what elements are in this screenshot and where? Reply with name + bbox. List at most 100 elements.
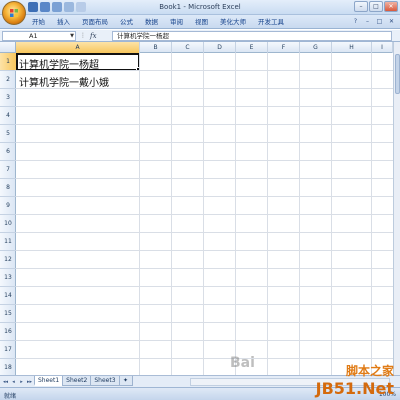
tab-view[interactable]: 视图 xyxy=(189,17,214,27)
grid-column-line xyxy=(235,53,236,375)
grid-row-line xyxy=(16,124,393,125)
name-box[interactable]: A1 ▼ xyxy=(2,31,76,41)
tab-beautify[interactable]: 美化大师 xyxy=(214,17,252,27)
select-all-button[interactable] xyxy=(0,42,16,53)
site-watermark-cn: 脚本之家 xyxy=(345,364,394,378)
row-header-9[interactable]: 9 xyxy=(0,197,16,215)
column-header-f[interactable]: F xyxy=(268,42,300,53)
column-header-g[interactable]: G xyxy=(300,42,332,53)
workbook-restore-button[interactable]: □ xyxy=(375,17,384,26)
column-header-a[interactable]: A xyxy=(16,42,140,53)
active-cell-border xyxy=(16,53,140,71)
grid-row-line xyxy=(16,232,393,233)
formula-input[interactable]: 计算机学院一杨超 xyxy=(112,31,392,41)
grid-row-line xyxy=(16,178,393,179)
sheet-tab-sheet3[interactable]: Sheet3 xyxy=(90,376,120,386)
sheet-nav-buttons: ◂◂ ◂ ▸ ▸▸ xyxy=(2,378,33,386)
row-header-5[interactable]: 5 xyxy=(0,125,16,143)
grid-row-line xyxy=(16,286,393,287)
grid-row-line xyxy=(16,268,393,269)
grid-row-line xyxy=(16,358,393,359)
next-sheet-icon[interactable]: ▸ xyxy=(18,378,25,386)
row-headers: 1 2 3 4 5 6 7 8 9 10 11 12 13 14 15 16 17 18 xyxy=(0,53,16,377)
tab-insert[interactable]: 插入 xyxy=(51,17,76,27)
row-header-1[interactable]: 1 xyxy=(0,53,16,71)
vertical-scrollbar[interactable] xyxy=(393,42,400,375)
grid-row-line xyxy=(16,322,393,323)
row-header-16[interactable]: 16 xyxy=(0,323,16,341)
workbook-close-button[interactable]: ✕ xyxy=(387,17,396,26)
row-header-11[interactable]: 11 xyxy=(0,233,16,251)
row-header-7[interactable]: 7 xyxy=(0,161,16,179)
column-headers: A B C D E F G H I xyxy=(0,42,400,53)
column-header-b[interactable]: B xyxy=(140,42,172,53)
status-ready: 就绪 xyxy=(4,393,17,400)
row-header-13[interactable]: 13 xyxy=(0,269,16,287)
chevron-down-icon[interactable]: ▼ xyxy=(70,32,74,40)
grid-column-line xyxy=(203,53,204,375)
column-header-i[interactable]: I xyxy=(372,42,393,53)
row-header-8[interactable]: 8 xyxy=(0,179,16,197)
row-header-2[interactable]: 2 xyxy=(0,71,16,89)
window-controls: – □ ✕ xyxy=(354,1,398,12)
sheet-tabs: Sheet1 Sheet2 Sheet3 ✦ xyxy=(34,376,133,386)
grid-row-line xyxy=(16,160,393,161)
row-header-15[interactable]: 15 xyxy=(0,305,16,323)
tab-home[interactable]: 开始 xyxy=(26,17,51,27)
formula-buttons: ⋮ fx xyxy=(80,31,97,41)
scrollbar-thumb[interactable] xyxy=(395,54,400,94)
maximize-button[interactable]: □ xyxy=(369,1,383,12)
grid-row-line xyxy=(16,142,393,143)
help-icon[interactable]: ? xyxy=(351,17,360,26)
grid-row-line xyxy=(16,250,393,251)
sheet-tab-sheet1[interactable]: Sheet1 xyxy=(34,376,64,386)
row-header-3[interactable]: 3 xyxy=(0,89,16,107)
ribbon-controls: ? – □ ✕ xyxy=(351,17,396,26)
office-logo-icon xyxy=(10,9,18,17)
grid-column-line xyxy=(331,53,332,375)
first-sheet-icon[interactable]: ◂◂ xyxy=(2,378,9,386)
row-header-4[interactable]: 4 xyxy=(0,107,16,125)
grid-row-line xyxy=(16,340,393,341)
row-header-6[interactable]: 6 xyxy=(0,143,16,161)
grid-column-line xyxy=(267,53,268,375)
baidu-watermark: Bai xyxy=(230,355,255,371)
insert-function-button[interactable]: fx xyxy=(90,31,97,41)
grid-column-line xyxy=(299,53,300,375)
row-header-12[interactable]: 12 xyxy=(0,251,16,269)
minimize-button[interactable]: – xyxy=(354,1,368,12)
column-header-e[interactable]: E xyxy=(236,42,268,53)
grid-row-line xyxy=(16,214,393,215)
tab-formulas[interactable]: 公式 xyxy=(114,17,139,27)
office-button[interactable] xyxy=(2,1,26,25)
name-box-value: A1 xyxy=(29,32,38,40)
last-sheet-icon[interactable]: ▸▸ xyxy=(26,378,33,386)
grid-column-line xyxy=(371,53,372,375)
tab-data[interactable]: 数据 xyxy=(139,17,164,27)
ribbon-tab-bar: 开始 插入 页面布局 公式 数据 审阅 视图 美化大师 开发工具 ? – □ ✕ xyxy=(0,15,400,29)
site-watermark: 脚本之家 JB51.Net xyxy=(316,362,394,398)
close-button[interactable]: ✕ xyxy=(384,1,398,12)
tab-developer[interactable]: 开发工具 xyxy=(252,17,290,27)
column-header-d[interactable]: D xyxy=(204,42,236,53)
formula-bar-divider: ⋮ xyxy=(80,32,86,39)
row-header-17[interactable]: 17 xyxy=(0,341,16,359)
grid-column-line xyxy=(171,53,172,375)
grid-column-line xyxy=(139,53,140,375)
site-watermark-en: JB51.Net xyxy=(315,379,394,398)
row-header-14[interactable]: 14 xyxy=(0,287,16,305)
grid-row-line xyxy=(16,196,393,197)
workbook-minimize-button[interactable]: – xyxy=(363,17,372,26)
tab-page-layout[interactable]: 页面布局 xyxy=(76,17,114,27)
insert-sheet-icon[interactable]: ✦ xyxy=(118,376,133,386)
column-header-c[interactable]: C xyxy=(172,42,204,53)
grid-row-line xyxy=(16,106,393,107)
tab-review[interactable]: 审阅 xyxy=(164,17,189,27)
sheet-tab-sheet2[interactable]: Sheet2 xyxy=(62,376,92,386)
cell-a2[interactable]: 计算机学院一戴小娥 xyxy=(19,74,109,89)
column-header-h[interactable]: H xyxy=(332,42,372,53)
grid-row-line xyxy=(16,88,393,89)
worksheet-grid[interactable]: 计算机学院一杨超 计算机学院一戴小娥 xyxy=(16,53,393,375)
prev-sheet-icon[interactable]: ◂ xyxy=(10,378,17,386)
row-header-10[interactable]: 10 xyxy=(0,215,16,233)
